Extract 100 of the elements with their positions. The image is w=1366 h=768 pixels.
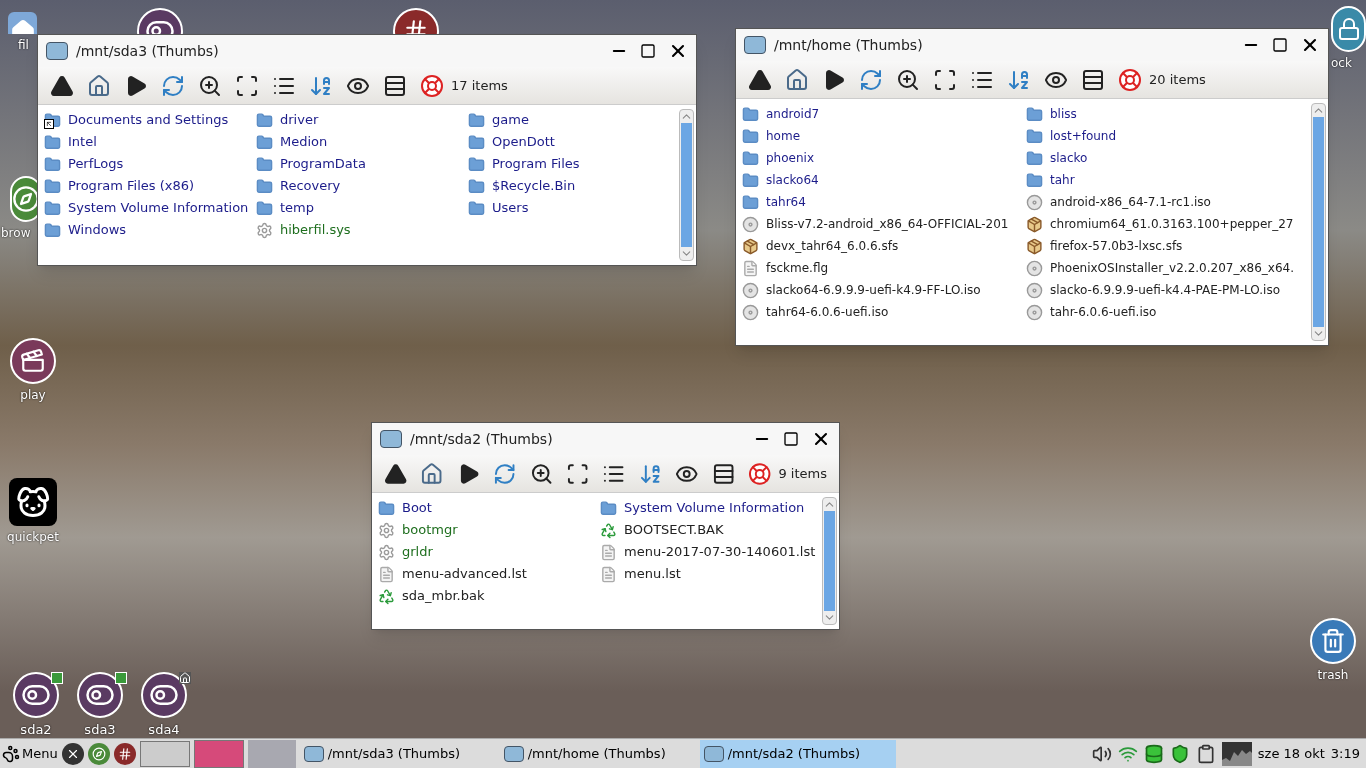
file-item[interactable]: game: [466, 109, 666, 131]
home-icon[interactable]: [87, 73, 111, 98]
menu-button[interactable]: Menu: [2, 743, 58, 764]
maximize-icon[interactable]: [783, 431, 799, 447]
file-item[interactable]: android7: [740, 103, 1024, 125]
home-icon[interactable]: [420, 461, 444, 486]
file-item[interactable]: menu-2017-07-30-140601.lst: [598, 541, 818, 563]
file-item[interactable]: home: [740, 125, 1024, 147]
file-item[interactable]: System Volume Information: [598, 497, 818, 519]
network-graph-icon[interactable]: [1221, 741, 1252, 766]
file-item[interactable]: fsckme.flg: [740, 257, 1024, 279]
up-arrow-icon[interactable]: [50, 73, 74, 98]
folder-icon: [468, 177, 485, 195]
file-item[interactable]: chromium64_61.0.3163.100+pepper_27: [1024, 213, 1306, 235]
file-item[interactable]: menu-advanced.lst: [376, 563, 598, 585]
refresh-icon[interactable]: [493, 461, 517, 486]
maximize-icon[interactable]: [1272, 37, 1288, 53]
hash-launcher-icon[interactable]: [113, 742, 136, 765]
file-item[interactable]: Bliss-v7.2-android_x86_64-OFFICIAL-201: [740, 213, 1024, 235]
zoom-fit-icon[interactable]: [566, 461, 590, 486]
file-item[interactable]: Program Files: [466, 153, 666, 175]
dog-icon[interactable]: [9, 478, 57, 526]
volume-icon[interactable]: [1091, 743, 1112, 764]
file-item[interactable]: Windows: [42, 219, 254, 241]
details-view-icon[interactable]: [711, 461, 736, 486]
file-item[interactable]: lost+found: [1024, 125, 1306, 147]
file-item[interactable]: bootmgr: [376, 519, 598, 541]
file-item[interactable]: $Recycle.Bin: [466, 175, 666, 197]
file-item[interactable]: Boot: [376, 497, 598, 519]
file-item[interactable]: slacko64: [740, 169, 1024, 191]
file-item[interactable]: menu.lst: [598, 563, 818, 585]
maximize-icon[interactable]: [640, 43, 656, 59]
file-item[interactable]: Program Files (x86): [42, 175, 254, 197]
file-item[interactable]: ProgramData: [254, 153, 466, 175]
file-item[interactable]: temp: [254, 197, 466, 219]
zoom-in-icon[interactable]: [198, 73, 222, 98]
eject-badge-icon: [115, 672, 127, 684]
folder-icon: [742, 149, 759, 167]
file-item[interactable]: bliss: [1024, 103, 1306, 125]
file-item[interactable]: Medion: [254, 131, 466, 153]
workspace-pager[interactable]: [139, 740, 190, 767]
details-view-icon[interactable]: [1081, 67, 1105, 92]
folder-icon: [468, 155, 485, 173]
file-item[interactable]: BOOTSECT.BAK: [598, 519, 818, 541]
zoom-in-icon[interactable]: [529, 461, 554, 486]
file-item[interactable]: android-x86_64-7.1-rc1.iso: [1024, 191, 1306, 213]
file-item[interactable]: tahr64: [740, 191, 1024, 213]
folder-icon: [600, 499, 617, 517]
file-item[interactable]: phoenix: [740, 147, 1024, 169]
taskbar-window-button[interactable]: /mnt/home (Thumbs): [499, 739, 696, 768]
zoom-fit-icon[interactable]: [933, 67, 957, 92]
file-item[interactable]: slacko: [1024, 147, 1306, 169]
up-arrow-icon[interactable]: [748, 67, 772, 92]
lifebuoy-icon[interactable]: [420, 73, 444, 98]
compass-launcher-icon[interactable]: [87, 742, 110, 765]
folder-icon: [1026, 149, 1043, 167]
window-app-icon: [46, 42, 68, 60]
compass-icon[interactable]: [10, 176, 37, 222]
file-item[interactable]: Documents and Settings: [42, 109, 254, 131]
taskbar-window-button[interactable]: /mnt/sda2 (Thumbs): [699, 739, 896, 768]
file-item[interactable]: slacko64-6.9.9.9-uefi-k4.9-FF-LO.iso: [740, 279, 1024, 301]
lifebuoy-icon[interactable]: [1118, 67, 1142, 92]
item-count: 20 items: [1149, 70, 1206, 89]
zoom-in-icon[interactable]: [896, 67, 920, 92]
file-item[interactable]: driver: [254, 109, 466, 131]
desktop-icon-label: brow: [1, 225, 31, 242]
x-launcher-icon[interactable]: [61, 742, 84, 765]
home-badge-icon: [179, 672, 191, 684]
file-item[interactable]: slacko-6.9.9.9-uefi-k4.4-PAE-PM-LO.iso: [1024, 279, 1306, 301]
lifebuoy-icon[interactable]: [748, 461, 772, 486]
folder-icon: [256, 133, 273, 151]
file-item[interactable]: tahr64-6.0.6-uefi.iso: [740, 301, 1024, 323]
gear-icon: [378, 521, 395, 539]
up-arrow-icon[interactable]: [384, 461, 408, 486]
file-item[interactable]: tahr: [1024, 169, 1306, 191]
item-count: 9 items: [778, 464, 827, 483]
file-item[interactable]: devx_tahr64_6.0.6.sfs: [740, 235, 1024, 257]
file-item[interactable]: grldr: [376, 541, 598, 563]
file-item[interactable]: PerfLogs: [42, 153, 254, 175]
file-item[interactable]: System Volume Information: [42, 197, 254, 219]
folder-icon: [256, 155, 273, 173]
zoom-fit-icon[interactable]: [235, 73, 259, 98]
file-item[interactable]: Recovery: [254, 175, 466, 197]
clock-time: 3:19: [1330, 744, 1360, 763]
file-item[interactable]: Users: [466, 197, 666, 219]
refresh-icon[interactable]: [161, 73, 185, 98]
taskbar-window-button[interactable]: /mnt/sda3 (Thumbs): [299, 739, 496, 768]
home-icon[interactable]: [785, 67, 809, 92]
details-view-icon[interactable]: [383, 73, 407, 98]
file-item[interactable]: tahr-6.0.6-uefi.iso: [1024, 301, 1306, 323]
file-item[interactable]: OpenDott: [466, 131, 666, 153]
file-item[interactable]: hiberfil.sys: [254, 219, 466, 241]
file-item[interactable]: Intel: [42, 131, 254, 153]
drive-status-icon[interactable]: [1143, 743, 1164, 764]
workspace-pager[interactable]: [193, 739, 244, 768]
folder-icon: [44, 177, 61, 195]
file-item[interactable]: PhoenixOSInstaller_v2.2.0.207_x86_x64.: [1024, 257, 1306, 279]
file-item[interactable]: firefox-57.0b3-lxsc.sfs: [1024, 235, 1306, 257]
refresh-icon[interactable]: [859, 67, 883, 92]
file-item[interactable]: sda_mbr.bak: [376, 585, 598, 607]
